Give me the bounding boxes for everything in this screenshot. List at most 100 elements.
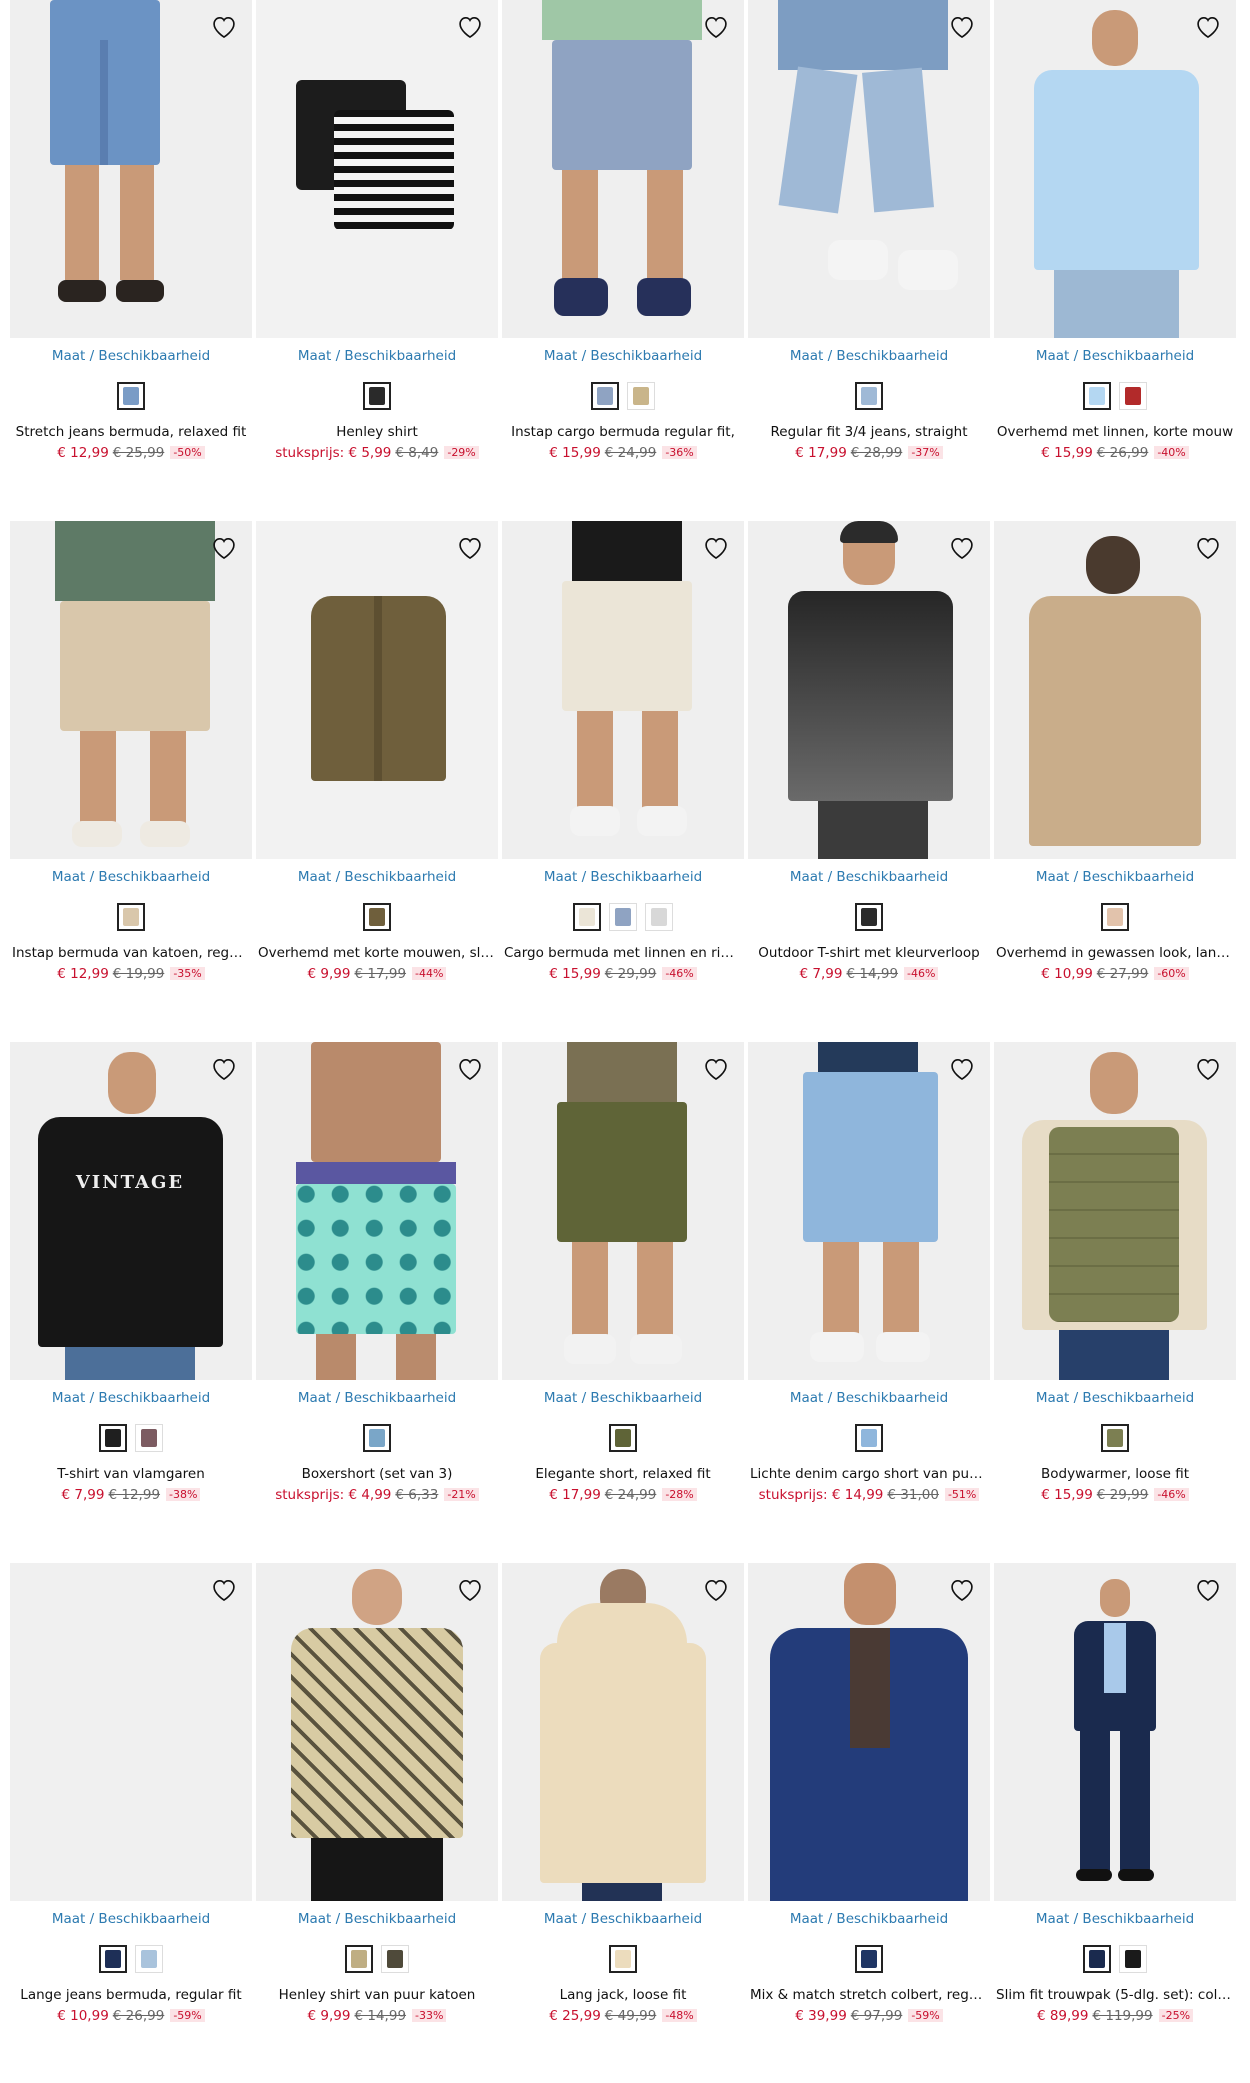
color-swatch[interactable] (855, 1424, 883, 1452)
product-card[interactable]: Maat / Beschikbaarheid Mix & match stretc… (748, 1563, 990, 2053)
wishlist-heart-icon[interactable] (1192, 1573, 1224, 1605)
product-title[interactable]: Slim fit trouwpak (5-dlg. set): colbert,… (994, 1987, 1236, 2003)
product-card[interactable]: Maat / Beschikbaarheid Outdoor T-shirt me… (748, 521, 990, 1011)
product-image[interactable] (502, 1563, 744, 1901)
product-card[interactable]: Maat / Beschikbaarheid Overhemd met linne… (994, 0, 1236, 490)
wishlist-heart-icon[interactable] (454, 531, 486, 563)
size-availability-link[interactable]: Maat / Beschikbaarheid (256, 348, 498, 364)
size-availability-link[interactable]: Maat / Beschikbaarheid (10, 1390, 252, 1406)
wishlist-heart-icon[interactable] (946, 531, 978, 563)
color-swatch[interactable] (855, 1945, 883, 1973)
product-card[interactable]: Maat / Beschikbaarheid Lange jeans bermud… (10, 1563, 252, 2053)
wishlist-heart-icon[interactable] (208, 1573, 240, 1605)
product-card[interactable]: Maat / Beschikbaarheid Henley shirt van p… (256, 1563, 498, 2053)
size-availability-link[interactable]: Maat / Beschikbaarheid (10, 1911, 252, 1927)
product-card[interactable]: Maat / Beschikbaarheid Henley shirt stuksp… (256, 0, 498, 490)
color-swatch[interactable] (135, 1424, 163, 1452)
product-card[interactable]: Maat / Beschikbaarheid Boxershort (set va… (256, 1042, 498, 1532)
product-title[interactable]: Instap bermuda van katoen, regular fit (10, 945, 252, 961)
product-card[interactable]: Maat / Beschikbaarheid Stretch jeans berm… (10, 0, 252, 490)
product-title[interactable]: Henley shirt van puur katoen (256, 1987, 498, 2003)
color-swatch[interactable] (135, 1945, 163, 1973)
wishlist-heart-icon[interactable] (1192, 531, 1224, 563)
size-availability-link[interactable]: Maat / Beschikbaarheid (748, 348, 990, 364)
wishlist-heart-icon[interactable] (700, 1573, 732, 1605)
product-card[interactable]: Maat / Beschikbaarheid Cargo bermuda met … (502, 521, 744, 1011)
product-card[interactable]: Maat / Beschikbaarheid Overhemd met korte… (256, 521, 498, 1011)
product-title[interactable]: Lang jack, loose fit (502, 1987, 744, 2003)
size-availability-link[interactable]: Maat / Beschikbaarheid (994, 1390, 1236, 1406)
wishlist-heart-icon[interactable] (454, 1052, 486, 1084)
color-swatch[interactable] (591, 382, 619, 410)
product-title[interactable]: Bodywarmer, loose fit (994, 1466, 1236, 1482)
product-image[interactable] (994, 0, 1236, 338)
product-card[interactable]: Maat / Beschikbaarheid Regular fit 3/4 je… (748, 0, 990, 490)
product-image[interactable] (256, 1042, 498, 1380)
product-title[interactable]: T-shirt van vlamgaren (10, 1466, 252, 1482)
product-card[interactable]: VINTAGE Maat / Beschikbaarheid T-shirt van… (10, 1042, 252, 1532)
color-swatch[interactable] (627, 382, 655, 410)
product-title[interactable]: Stretch jeans bermuda, relaxed fit (10, 424, 252, 440)
product-card[interactable]: Maat / Beschikbaarheid Instap bermuda van… (10, 521, 252, 1011)
product-image[interactable] (502, 521, 744, 859)
product-title[interactable]: Elegante short, relaxed fit (502, 1466, 744, 1482)
wishlist-heart-icon[interactable] (700, 531, 732, 563)
color-swatch[interactable] (1101, 903, 1129, 931)
product-image[interactable] (748, 0, 990, 338)
color-swatch[interactable] (1083, 1945, 1111, 1973)
color-swatch[interactable] (1101, 1424, 1129, 1452)
product-card[interactable]: Maat / Beschikbaarheid Instap cargo bermu… (502, 0, 744, 490)
product-title[interactable]: Overhemd in gewassen look, lange mouw (994, 945, 1236, 961)
wishlist-heart-icon[interactable] (700, 1052, 732, 1084)
wishlist-heart-icon[interactable] (208, 531, 240, 563)
size-availability-link[interactable]: Maat / Beschikbaarheid (994, 1911, 1236, 1927)
color-swatch[interactable] (117, 382, 145, 410)
wishlist-heart-icon[interactable] (700, 10, 732, 42)
size-availability-link[interactable]: Maat / Beschikbaarheid (502, 1390, 744, 1406)
product-image[interactable] (994, 1563, 1236, 1901)
product-image[interactable] (748, 1563, 990, 1901)
product-title[interactable]: Lichte denim cargo short van puur katoen (748, 1466, 990, 1482)
product-title[interactable]: Overhemd met linnen, korte mouw (994, 424, 1236, 440)
product-card[interactable]: Maat / Beschikbaarheid Lichte denim cargo… (748, 1042, 990, 1532)
color-swatch[interactable] (363, 1424, 391, 1452)
product-image[interactable] (256, 1563, 498, 1901)
color-swatch[interactable] (99, 1424, 127, 1452)
product-title[interactable]: Lange jeans bermuda, regular fit (10, 1987, 252, 2003)
size-availability-link[interactable]: Maat / Beschikbaarheid (748, 1911, 990, 1927)
product-card[interactable]: Maat / Beschikbaarheid Bodywarmer, loose … (994, 1042, 1236, 1532)
product-title[interactable]: Outdoor T-shirt met kleurverloop (748, 945, 990, 961)
product-image[interactable]: VINTAGE (10, 1042, 252, 1380)
color-swatch[interactable] (363, 903, 391, 931)
wishlist-heart-icon[interactable] (1192, 1052, 1224, 1084)
size-availability-link[interactable]: Maat / Beschikbaarheid (994, 869, 1236, 885)
wishlist-heart-icon[interactable] (208, 10, 240, 42)
product-title[interactable]: Boxershort (set van 3) (256, 1466, 498, 1482)
product-image[interactable] (994, 521, 1236, 859)
color-swatch[interactable] (345, 1945, 373, 1973)
product-image[interactable] (10, 1563, 252, 1901)
color-swatch[interactable] (609, 1945, 637, 1973)
product-image[interactable] (502, 0, 744, 338)
product-title[interactable]: Instap cargo bermuda regular fit, (502, 424, 744, 440)
product-title[interactable]: Overhemd met korte mouwen, slim fit (256, 945, 498, 961)
product-image[interactable] (256, 521, 498, 859)
color-swatch[interactable] (573, 903, 601, 931)
color-swatch[interactable] (363, 382, 391, 410)
size-availability-link[interactable]: Maat / Beschikbaarheid (256, 1911, 498, 1927)
product-image[interactable] (256, 0, 498, 338)
product-title[interactable]: Henley shirt (256, 424, 498, 440)
wishlist-heart-icon[interactable] (454, 10, 486, 42)
product-card[interactable]: Maat / Beschikbaarheid Lang jack, loose f… (502, 1563, 744, 2053)
product-card[interactable]: Maat / Beschikbaarheid Elegante short, re… (502, 1042, 744, 1532)
product-image[interactable] (502, 1042, 744, 1380)
size-availability-link[interactable]: Maat / Beschikbaarheid (748, 869, 990, 885)
size-availability-link[interactable]: Maat / Beschikbaarheid (256, 1390, 498, 1406)
wishlist-heart-icon[interactable] (454, 1573, 486, 1605)
color-swatch[interactable] (855, 903, 883, 931)
color-swatch[interactable] (99, 1945, 127, 1973)
wishlist-heart-icon[interactable] (946, 1052, 978, 1084)
size-availability-link[interactable]: Maat / Beschikbaarheid (256, 869, 498, 885)
product-title[interactable]: Regular fit 3/4 jeans, straight (748, 424, 990, 440)
size-availability-link[interactable]: Maat / Beschikbaarheid (502, 1911, 744, 1927)
